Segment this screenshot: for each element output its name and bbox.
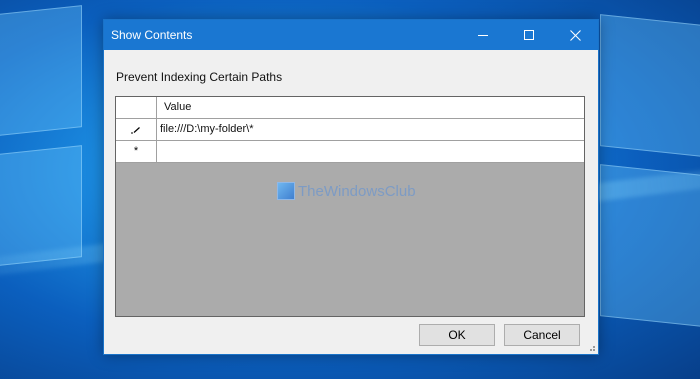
minimize-button[interactable] [460,20,506,50]
row-header-corner[interactable] [116,97,157,118]
pencil-edit-icon [131,126,140,133]
new-row-asterisk-icon: * [133,145,139,157]
row-header[interactable]: * [116,141,157,162]
table-row[interactable]: file:///D:\my-folder\* [116,119,584,141]
wallpaper-pane [600,14,700,158]
resize-grip-icon[interactable] [586,342,596,352]
dialog-prompt: Prevent Indexing Certain Paths [116,70,283,84]
cancel-button[interactable]: Cancel [504,324,580,346]
grid-header-row: Value [116,97,584,119]
minimize-icon [477,34,488,36]
values-grid[interactable]: Value file:///D:\my-folder\* * [115,96,585,317]
title-bar[interactable]: Show Contents [104,20,598,50]
watermark-text: TheWindowsClub [298,182,416,200]
column-header-value[interactable]: Value [157,97,584,118]
maximize-icon [523,29,534,40]
close-button[interactable] [552,20,598,50]
table-row-new[interactable]: * [116,141,584,163]
close-icon [569,29,581,41]
watermark-logo-icon [277,182,295,200]
ok-button[interactable]: OK [419,324,495,346]
maximize-button[interactable] [506,20,552,50]
row-header[interactable] [116,119,157,140]
value-cell[interactable]: file:///D:\my-folder\* [157,119,584,140]
window-title: Show Contents [111,28,193,42]
value-cell[interactable] [157,141,584,162]
wallpaper-pane [0,5,82,137]
watermark: TheWindowsClub [277,182,416,200]
